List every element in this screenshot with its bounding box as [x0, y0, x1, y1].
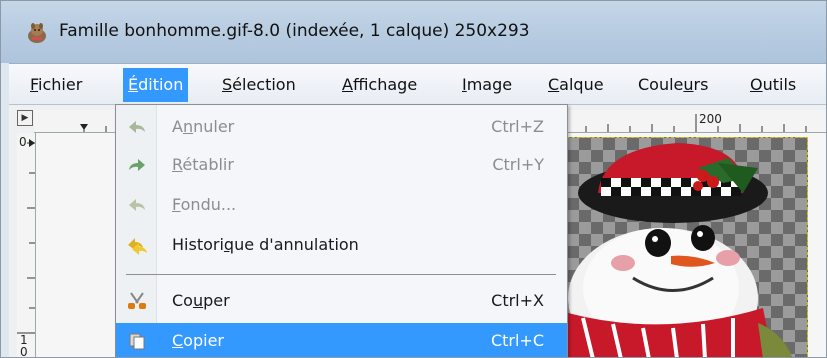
- menu-image[interactable]: Image: [457, 72, 517, 100]
- redo-icon: [129, 159, 145, 171]
- menu-item-retablir[interactable]: Rétablir Ctrl+Y: [116, 147, 567, 183]
- menu-affichage[interactable]: Affichage: [337, 72, 422, 100]
- edit-menu-dropdown: Annuler Ctrl+Z Rétablir Ctrl+Y Fondu... …: [115, 104, 568, 357]
- menu-edition[interactable]: Édition: [123, 68, 189, 102]
- menu-item-label: Annuler: [172, 117, 235, 136]
- menu-outils[interactable]: Outils: [745, 72, 801, 100]
- snowman-illustration: [563, 143, 793, 357]
- menu-item-shortcut: Ctrl+Z: [491, 117, 544, 136]
- snowman-image[interactable]: [542, 137, 808, 357]
- cut-icon: [128, 292, 146, 309]
- ruler-label-200: 200: [699, 112, 722, 126]
- menu-item-label: Copier: [172, 331, 224, 350]
- menu-item-fondu[interactable]: Fondu...: [116, 187, 567, 223]
- menu-selection[interactable]: Sélection: [217, 72, 301, 100]
- ruler-label-0-bottom: 0: [20, 345, 28, 358]
- window-title: Famille bonhomme.gif-8.0 (indexée, 1 cal…: [59, 21, 530, 41]
- gimp-app-icon: [28, 23, 46, 43]
- menu-item-label: Rétablir: [172, 155, 234, 174]
- menu-item-copier[interactable]: Copier Ctrl+C: [116, 323, 567, 357]
- menu-bar: Fichier Édition Sélection Affichage Imag…: [9, 63, 826, 104]
- navigate-icon[interactable]: ▶: [17, 110, 33, 126]
- gimp-window: Famille bonhomme.gif-8.0 (indexée, 1 cal…: [0, 0, 827, 358]
- menu-item-label: Historique d'annulation: [172, 235, 359, 254]
- menu-item-shortcut: Ctrl+Y: [492, 155, 544, 174]
- menu-calque[interactable]: Calque: [543, 72, 609, 100]
- menu-item-label: Couper: [172, 291, 230, 310]
- copy-icon: [129, 333, 145, 350]
- menu-item-historique[interactable]: Historique d'annulation: [116, 227, 567, 263]
- menu-item-annuler[interactable]: Annuler Ctrl+Z: [116, 109, 567, 145]
- vertical-ruler[interactable]: 0 1 0: [17, 133, 36, 358]
- menu-fichier[interactable]: Fichier: [25, 72, 87, 100]
- menu-item-shortcut: Ctrl+C: [490, 331, 544, 350]
- menu-separator: [126, 274, 556, 275]
- undo-history-icon: [128, 238, 147, 255]
- menu-item-shortcut: Ctrl+X: [491, 291, 544, 310]
- undo-icon: [129, 121, 145, 133]
- fade-icon: [129, 199, 145, 211]
- menu-couleurs[interactable]: Couleurs: [633, 72, 713, 100]
- menu-item-couper[interactable]: Couper Ctrl+X: [116, 283, 567, 319]
- title-bar: Famille bonhomme.gif-8.0 (indexée, 1 cal…: [1, 1, 826, 63]
- menu-item-label: Fondu...: [172, 195, 237, 214]
